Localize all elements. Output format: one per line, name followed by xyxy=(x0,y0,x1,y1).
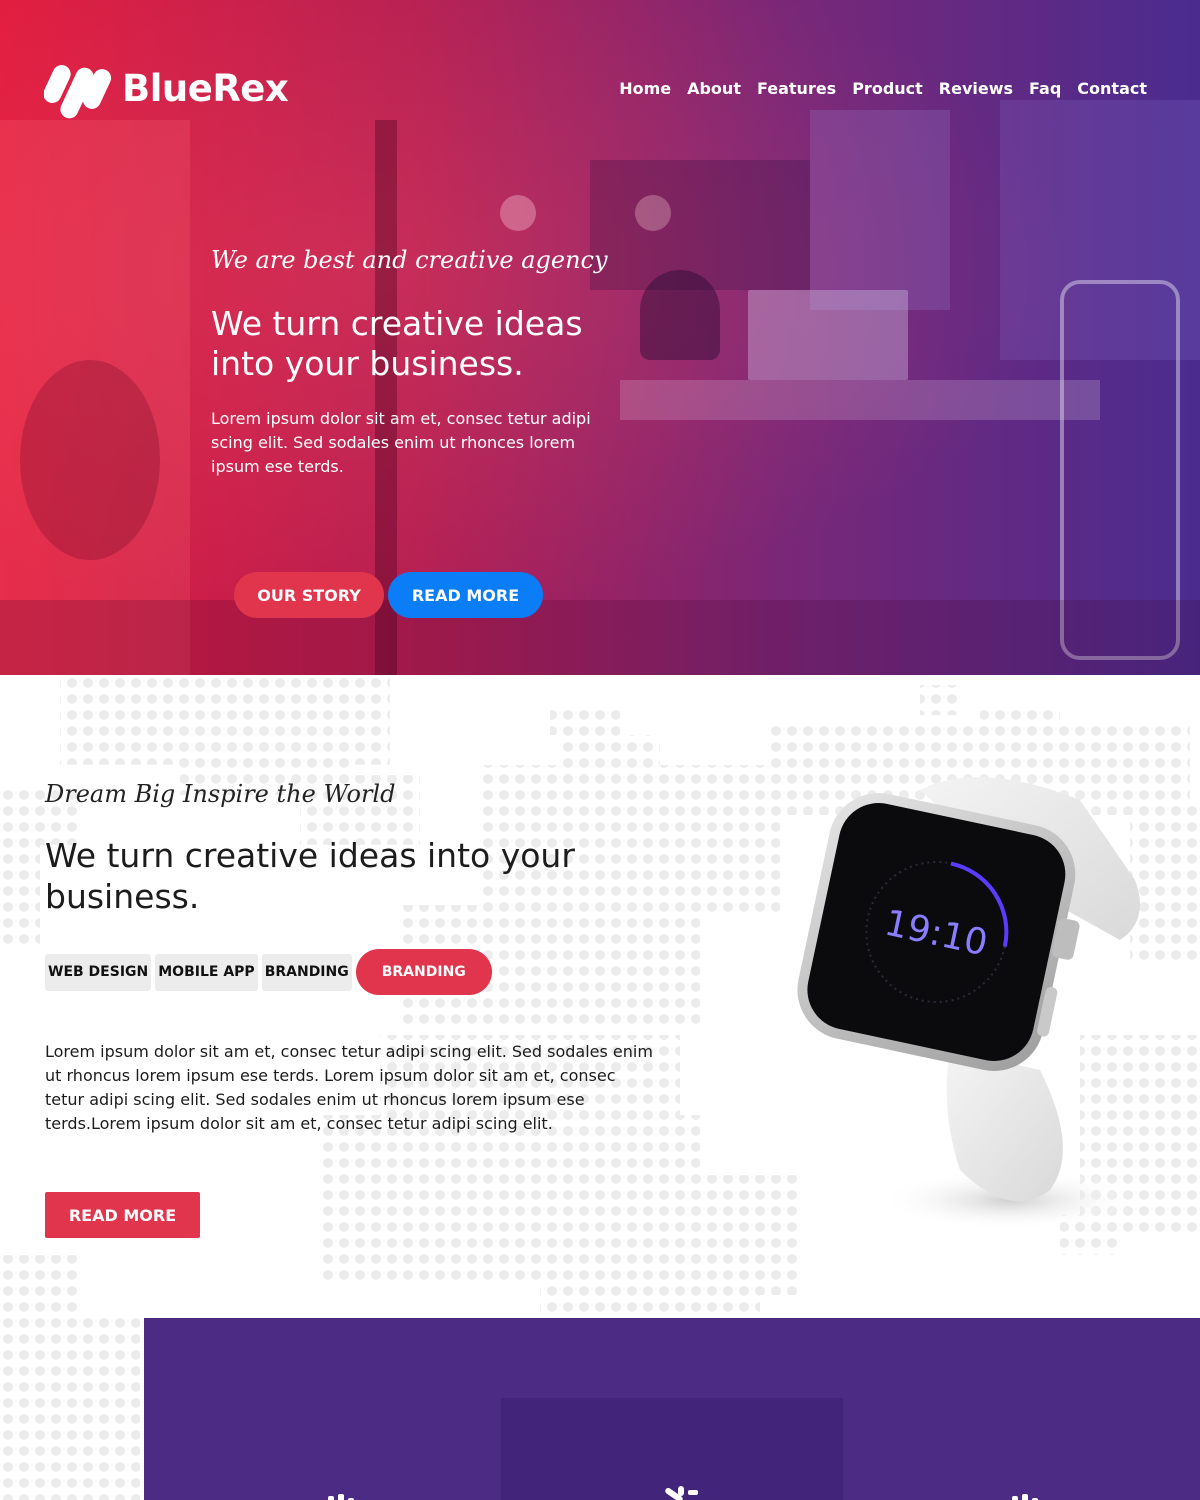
nav-item-about[interactable]: About xyxy=(687,79,741,98)
feature-icon xyxy=(1012,1494,1038,1500)
hero-description: Lorem ipsum dolor sit am et, consec tetu… xyxy=(211,409,591,476)
nav-item-product[interactable]: Product xyxy=(852,79,923,98)
tab-mobile-app[interactable]: MOBILE APP xyxy=(155,953,258,991)
nav-item-faq[interactable]: Faq xyxy=(1029,79,1061,98)
tab-web-design[interactable]: WEB DESIGN xyxy=(45,953,152,991)
main-nav: Home About Features Product Reviews Faq … xyxy=(619,79,1147,98)
our-story-button[interactable]: OUR STORY xyxy=(234,572,384,618)
feature-icon xyxy=(665,1486,698,1500)
category-tabs: WEB DESIGN MOBILE APP BRANDING BRANDING xyxy=(45,949,492,995)
tab-branding[interactable]: BRANDING xyxy=(261,953,352,991)
bluerex-logo-icon xyxy=(44,65,112,119)
hero-tagline: We are best and creative agency xyxy=(211,246,608,274)
hero-title: We turn creative ideas into your busines… xyxy=(211,304,583,383)
hero-read-more-button[interactable]: READ MORE xyxy=(388,572,543,618)
brand-name: BlueRex xyxy=(122,66,289,110)
features-section xyxy=(144,1318,1200,1500)
about-title: We turn creative ideas into your busines… xyxy=(45,836,575,916)
smartwatch-icon: 19:10 xyxy=(797,777,1140,1230)
tab-branding-active[interactable]: BRANDING xyxy=(355,949,492,995)
feature-icon xyxy=(328,1494,354,1500)
nav-item-features[interactable]: Features xyxy=(757,79,836,98)
about-tagline: Dream Big Inspire the World xyxy=(45,780,396,808)
nav-item-home[interactable]: Home xyxy=(619,79,671,98)
about-read-more-button[interactable]: READ MORE xyxy=(45,1192,200,1238)
nav-item-contact[interactable]: Contact xyxy=(1077,79,1147,98)
about-description: Lorem ipsum dolor sit am et, consec tetu… xyxy=(45,1042,653,1133)
hero-section: BlueRex Home About Features Product Revi… xyxy=(0,0,1200,675)
brand-logo[interactable]: BlueRex xyxy=(44,56,289,120)
nav-item-reviews[interactable]: Reviews xyxy=(939,79,1013,98)
